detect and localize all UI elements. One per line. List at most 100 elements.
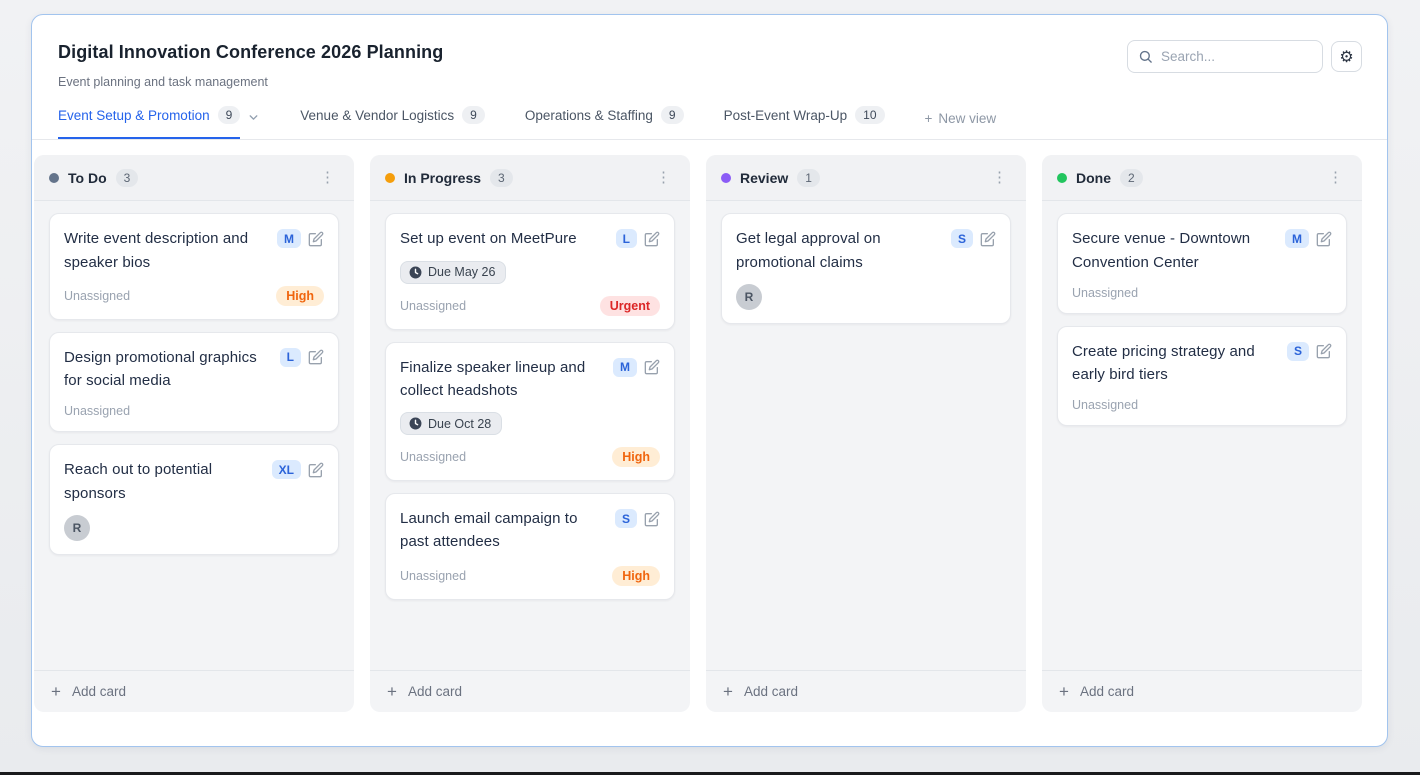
column-count-badge: 2 — [1120, 169, 1143, 187]
tab-count-badge: 9 — [218, 106, 241, 124]
search-icon — [1138, 49, 1153, 64]
new-view-button[interactable]: + New view — [925, 111, 997, 139]
add-card-label: Add card — [744, 684, 798, 699]
task-card[interactable]: Launch email campaign to past attendees … — [385, 493, 675, 600]
card-title: Design promotional graphics for social m… — [64, 346, 272, 393]
kebab-menu-icon[interactable]: ⋮ — [650, 166, 677, 189]
edit-icon — [644, 511, 660, 527]
task-card[interactable]: Finalize speaker lineup and collect head… — [385, 342, 675, 482]
add-card-button[interactable]: + Add card — [1042, 670, 1362, 712]
status-dot — [49, 173, 59, 183]
search-box[interactable] — [1127, 40, 1323, 73]
kebab-menu-icon[interactable]: ⋮ — [314, 166, 341, 189]
task-card[interactable]: Create pricing strategy and early bird t… — [1057, 326, 1347, 427]
plus-icon: + — [51, 683, 61, 700]
kebab-menu-icon[interactable]: ⋮ — [1322, 166, 1349, 189]
new-view-label: New view — [938, 111, 996, 126]
column-header: Review 1 ⋮ — [706, 155, 1026, 201]
column-name: To Do — [68, 170, 107, 186]
edit-card-button[interactable] — [308, 462, 324, 478]
plus-icon: + — [723, 683, 733, 700]
card-title: Create pricing strategy and early bird t… — [1072, 340, 1279, 387]
task-card[interactable]: Design promotional graphics for social m… — [49, 332, 339, 433]
card-title: Set up event on MeetPure — [400, 227, 608, 250]
add-card-button[interactable]: + Add card — [706, 670, 1026, 712]
edit-card-button[interactable] — [1316, 343, 1332, 359]
assignee-label: Unassigned — [400, 299, 466, 313]
column-header: Done 2 ⋮ — [1042, 155, 1362, 201]
kanban-board: To Do 3 ⋮ Write event description and sp… — [32, 140, 1387, 712]
task-card[interactable]: Reach out to potential sponsors XL R — [49, 444, 339, 555]
chevron-down-icon[interactable] — [247, 111, 260, 124]
status-dot — [385, 173, 395, 183]
board-column: To Do 3 ⋮ Write event description and sp… — [34, 155, 354, 712]
column-name: Done — [1076, 170, 1111, 186]
page-title: Digital Innovation Conference 2026 Plann… — [58, 42, 443, 63]
search-input[interactable] — [1161, 49, 1312, 64]
add-card-label: Add card — [72, 684, 126, 699]
edit-card-button[interactable] — [308, 231, 324, 247]
edit-card-button[interactable] — [644, 511, 660, 527]
card-title: Finalize speaker lineup and collect head… — [400, 356, 605, 403]
tab-count-badge: 9 — [462, 106, 485, 124]
task-card[interactable]: Get legal approval on promotional claims… — [721, 213, 1011, 324]
assignee-label: Unassigned — [400, 450, 466, 464]
edit-icon — [1316, 343, 1332, 359]
due-date-chip: Due Oct 28 — [400, 412, 502, 435]
board-column: Done 2 ⋮ Secure venue - Downtown Convent… — [1042, 155, 1362, 712]
column-name: Review — [740, 170, 788, 186]
edit-icon — [308, 349, 324, 365]
task-card[interactable]: Write event description and speaker bios… — [49, 213, 339, 320]
tab-count-badge: 9 — [661, 106, 684, 124]
edit-card-button[interactable] — [644, 231, 660, 247]
column-name: In Progress — [404, 170, 481, 186]
edit-card-button[interactable] — [308, 349, 324, 365]
priority-badge: High — [612, 447, 660, 467]
size-badge: S — [951, 229, 973, 248]
edit-icon — [308, 231, 324, 247]
edit-icon — [308, 462, 324, 478]
edit-icon — [644, 359, 660, 375]
edit-icon — [1316, 231, 1332, 247]
edit-card-button[interactable] — [980, 231, 996, 247]
view-tab[interactable]: Event Setup & Promotion 9 — [58, 106, 260, 139]
task-card[interactable]: Set up event on MeetPure L Due May 26 Un… — [385, 213, 675, 329]
priority-badge: Urgent — [600, 296, 660, 316]
assignee-label: Unassigned — [1072, 398, 1138, 412]
header-actions: ⚙ — [1127, 40, 1362, 73]
card-title: Secure venue - Downtown Convention Cente… — [1072, 227, 1277, 274]
tab-label: Venue & Vendor Logistics — [300, 108, 454, 123]
card-title: Get legal approval on promotional claims — [736, 227, 943, 274]
view-tab[interactable]: Operations & Staffing 9 — [525, 106, 684, 139]
task-card[interactable]: Secure venue - Downtown Convention Cente… — [1057, 213, 1347, 314]
view-tab[interactable]: Post-Event Wrap-Up 10 — [724, 106, 885, 139]
add-card-button[interactable]: + Add card — [34, 670, 354, 712]
view-tab[interactable]: Venue & Vendor Logistics 9 — [300, 106, 485, 139]
column-count-badge: 3 — [116, 169, 139, 187]
column-body: Set up event on MeetPure L Due May 26 Un… — [370, 201, 690, 670]
clock-icon — [409, 266, 422, 279]
status-dot — [721, 173, 731, 183]
size-badge: L — [616, 229, 637, 248]
edit-icon — [980, 231, 996, 247]
edit-card-button[interactable] — [1316, 231, 1332, 247]
column-count-badge: 3 — [490, 169, 513, 187]
priority-badge: High — [276, 286, 324, 306]
edit-icon — [644, 231, 660, 247]
board-column: Review 1 ⋮ Get legal approval on promoti… — [706, 155, 1026, 712]
size-badge: M — [613, 358, 637, 377]
size-badge: XL — [272, 460, 301, 479]
add-card-label: Add card — [408, 684, 462, 699]
tab-label: Event Setup & Promotion — [58, 108, 210, 123]
due-date-label: Due May 26 — [428, 265, 495, 279]
due-date-label: Due Oct 28 — [428, 417, 491, 431]
kebab-menu-icon[interactable]: ⋮ — [986, 166, 1013, 189]
add-card-button[interactable]: + Add card — [370, 670, 690, 712]
clock-icon — [409, 417, 422, 430]
due-date-chip: Due May 26 — [400, 261, 506, 284]
add-card-label: Add card — [1080, 684, 1134, 699]
edit-card-button[interactable] — [644, 359, 660, 375]
column-body: Get legal approval on promotional claims… — [706, 201, 1026, 670]
settings-button[interactable]: ⚙ — [1331, 41, 1362, 72]
header-titles: Digital Innovation Conference 2026 Plann… — [58, 42, 443, 89]
